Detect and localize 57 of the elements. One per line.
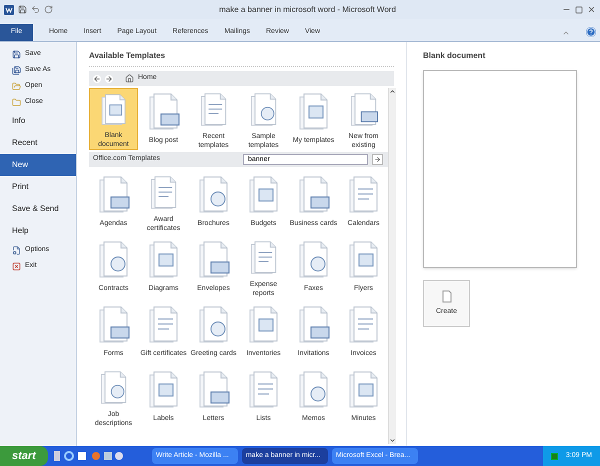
section-title: Available Templates: [89, 50, 394, 67]
command-icon: [12, 50, 21, 58]
scroll-down-icon[interactable]: [389, 437, 396, 444]
quick-launch-icons-drawing[interactable]: [52, 451, 124, 461]
document-icon: [346, 175, 380, 215]
document-icon: [296, 175, 330, 215]
document-icon: [346, 370, 380, 410]
maximize-icon[interactable]: [575, 6, 583, 14]
sidebar-item[interactable]: Print: [0, 176, 76, 198]
document-icon: [96, 175, 130, 215]
document-icon: [246, 305, 280, 345]
sidebar-item[interactable]: New: [0, 154, 76, 176]
collapse-icon[interactable]: [562, 29, 570, 37]
repeat-icon[interactable]: [44, 5, 53, 14]
app-icon[interactable]: [4, 4, 14, 14]
document-icon: [196, 305, 230, 345]
sidebar-item[interactable]: Save & Send: [0, 198, 76, 220]
help-icon[interactable]: [586, 27, 596, 37]
document-icon: [196, 240, 230, 280]
document-icon: [296, 305, 330, 345]
back-icon[interactable]: [93, 74, 101, 82]
scroll-up-icon[interactable]: [389, 88, 396, 95]
document-icon: [146, 370, 180, 410]
document-icon: [296, 370, 330, 410]
document-icon: [96, 305, 130, 345]
document-icon: [296, 240, 330, 280]
document-icon: [146, 305, 180, 345]
start-button[interactable]: start: [0, 446, 48, 466]
command-icon: [12, 66, 21, 74]
undo-icon[interactable]: [31, 5, 40, 14]
command-icon: [12, 246, 21, 254]
sidebar-item[interactable]: Help: [0, 220, 76, 242]
command-icon: [12, 82, 21, 90]
home-icon[interactable]: [125, 74, 134, 83]
scrollbar[interactable]: [388, 88, 396, 444]
arrow-icon: [374, 156, 381, 163]
command-icon: [12, 98, 21, 106]
document-icon: [246, 175, 280, 215]
document-icon: [346, 305, 380, 345]
document-icon: [146, 240, 180, 280]
window-title: make a banner in microsoft word - Microsoft Word: [218, 4, 397, 16]
search-go-button[interactable]: [372, 154, 383, 165]
document-icon: [246, 370, 280, 410]
document-icon: [196, 370, 230, 410]
document-icon: [96, 240, 130, 280]
sidebar-item[interactable]: Recent: [0, 132, 76, 154]
document-icon: [196, 175, 230, 215]
document-icon: [346, 240, 380, 280]
document-icon: [146, 92, 180, 132]
sidebar-item[interactable]: Info: [0, 110, 76, 132]
close-icon[interactable]: [587, 5, 596, 14]
document-icon: [442, 290, 452, 303]
document-icon: [296, 92, 330, 132]
command-icon: [12, 262, 21, 270]
save-icon[interactable]: [18, 5, 27, 14]
preview-title: Blank document: [423, 50, 486, 62]
forward-icon[interactable]: [105, 74, 113, 82]
